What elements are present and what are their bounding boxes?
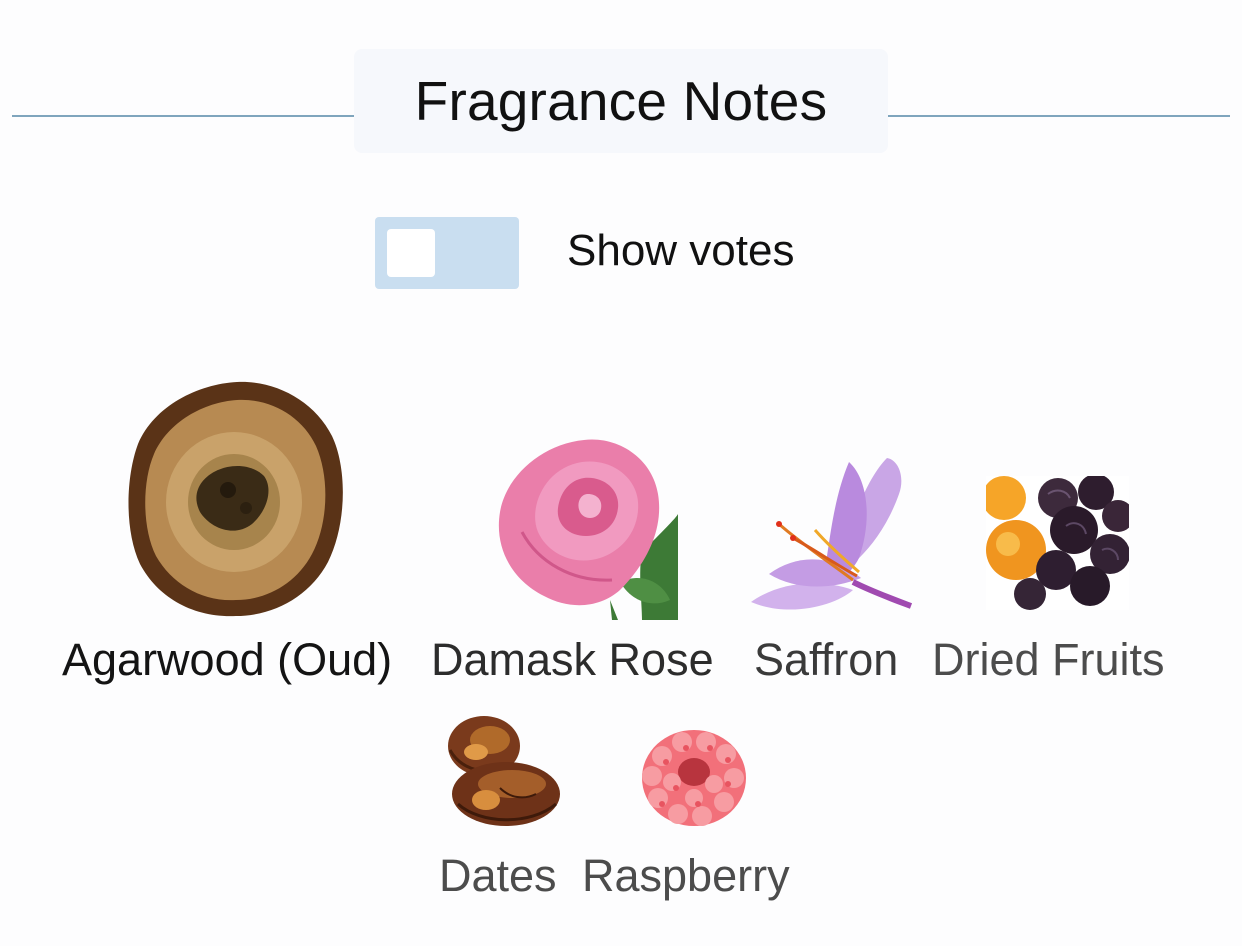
- note-damask-rose[interactable]: Damask Rose: [430, 432, 730, 690]
- note-label: Saffron: [754, 634, 899, 685]
- note-label: Raspberry: [582, 850, 790, 901]
- section-title: Fragrance Notes: [414, 70, 828, 132]
- note-dates[interactable]: Dates: [436, 708, 566, 904]
- header-divider-right: [888, 115, 1230, 117]
- fragrance-notes-panel: Fragrance Notes Show votes Agarwood (Oud…: [0, 0, 1242, 946]
- note-raspberry[interactable]: Raspberry: [580, 708, 808, 904]
- section-title-box: Fragrance Notes: [354, 49, 888, 153]
- note-label: Agarwood (Oud): [62, 634, 393, 685]
- toggle-knob[interactable]: [387, 229, 435, 277]
- dates-icon: [448, 716, 560, 826]
- show-votes-label[interactable]: Show votes: [567, 226, 794, 276]
- dried-fruits-icon: [986, 476, 1129, 610]
- rose-icon: [498, 439, 678, 620]
- note-agarwood[interactable]: Agarwood (Oud): [60, 378, 412, 690]
- saffron-icon: [751, 458, 913, 610]
- header-divider-left: [12, 115, 354, 117]
- raspberry-icon: [642, 730, 746, 826]
- show-votes-toggle[interactable]: [375, 217, 519, 289]
- agarwood-icon: [128, 381, 343, 617]
- note-label: Damask Rose: [431, 634, 714, 685]
- note-label: Dried Fruits: [932, 634, 1165, 685]
- note-saffron[interactable]: Saffron: [745, 454, 915, 690]
- note-label: Dates: [439, 850, 557, 901]
- note-dried-fruits[interactable]: Dried Fruits: [930, 474, 1192, 690]
